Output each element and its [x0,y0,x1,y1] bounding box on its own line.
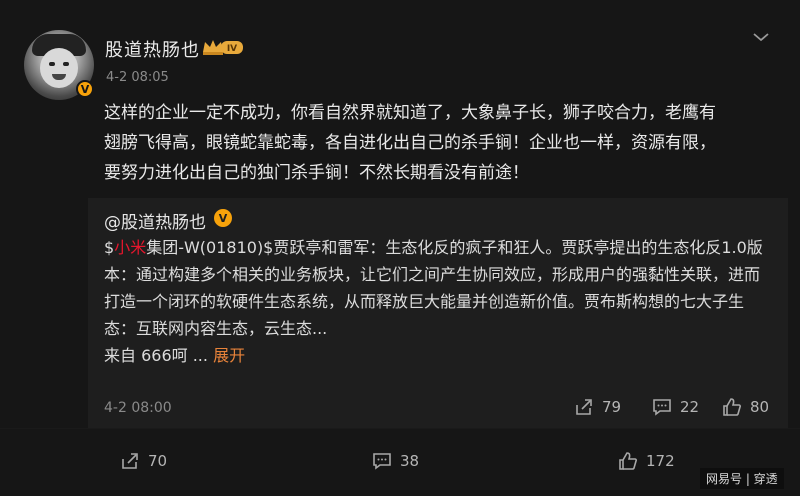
quoted-post[interactable]: @股道热肠也 V $小米集团-W(01810)$贾跃亭和雷军：生态化反的疯子和狂… [88,198,788,428]
chevron-down-icon[interactable] [752,31,770,43]
like-button[interactable]: 172 [618,451,675,471]
divider [0,428,800,429]
level-badge-label: IV [227,44,237,54]
quoted-repost-button[interactable]: 79 [574,397,621,417]
quoted-comment-button[interactable]: 22 [652,397,699,417]
quoted-source: 来自 666呵 ... [104,346,214,365]
like-count: 172 [646,452,675,470]
weibo-post-card: V 股道热肠也 IV 4-2 08:05 这样的企业一定不成功，你看自然界就知道… [0,0,800,496]
quoted-username[interactable]: @股道热肠也 [104,208,206,233]
quoted-comment-count: 22 [680,398,700,416]
repost-count: 70 [148,452,168,470]
like-icon [723,398,741,416]
crown-badge-icon: IV [203,40,243,55]
repost-button[interactable]: 70 [120,451,167,471]
post-text: 这样的企业一定不成功，你看自然界就知道了，大象鼻子长，狮子咬合力，老鹰有 翅膀飞… [104,103,716,183]
comment-count: 38 [400,452,420,470]
repost-icon [576,399,592,415]
like-icon [619,452,637,470]
comment-icon [653,399,671,416]
comment-icon [373,453,391,470]
expand-link[interactable]: 展开 [213,346,245,365]
quoted-text: $小米集团-W(01810)$贾跃亭和雷军：生态化反的疯子和狂人。贾跃亭提出的生… [104,234,772,369]
quoted-body: 集团-W(01810)$贾跃亭和雷军：生态化反的疯子和狂人。贾跃亭提出的生态化反… [104,238,763,338]
post-time: 4-2 08:05 [106,70,169,85]
stock-tag-prefix: $ [104,238,115,257]
quoted-time: 4-2 08:00 [104,400,172,416]
comment-button[interactable]: 38 [372,451,419,471]
verified-icon: V [214,209,232,227]
post-username[interactable]: 股道热肠也 [105,36,200,62]
repost-icon [122,453,138,469]
quoted-like-count: 80 [750,398,770,416]
quoted-like-button[interactable]: 80 [722,397,769,417]
watermark: 网易号 | 穿透 [700,468,784,489]
stock-tag-highlight[interactable]: 小米 [114,238,146,257]
verified-icon: V [76,80,94,98]
quoted-repost-count: 79 [602,398,622,416]
